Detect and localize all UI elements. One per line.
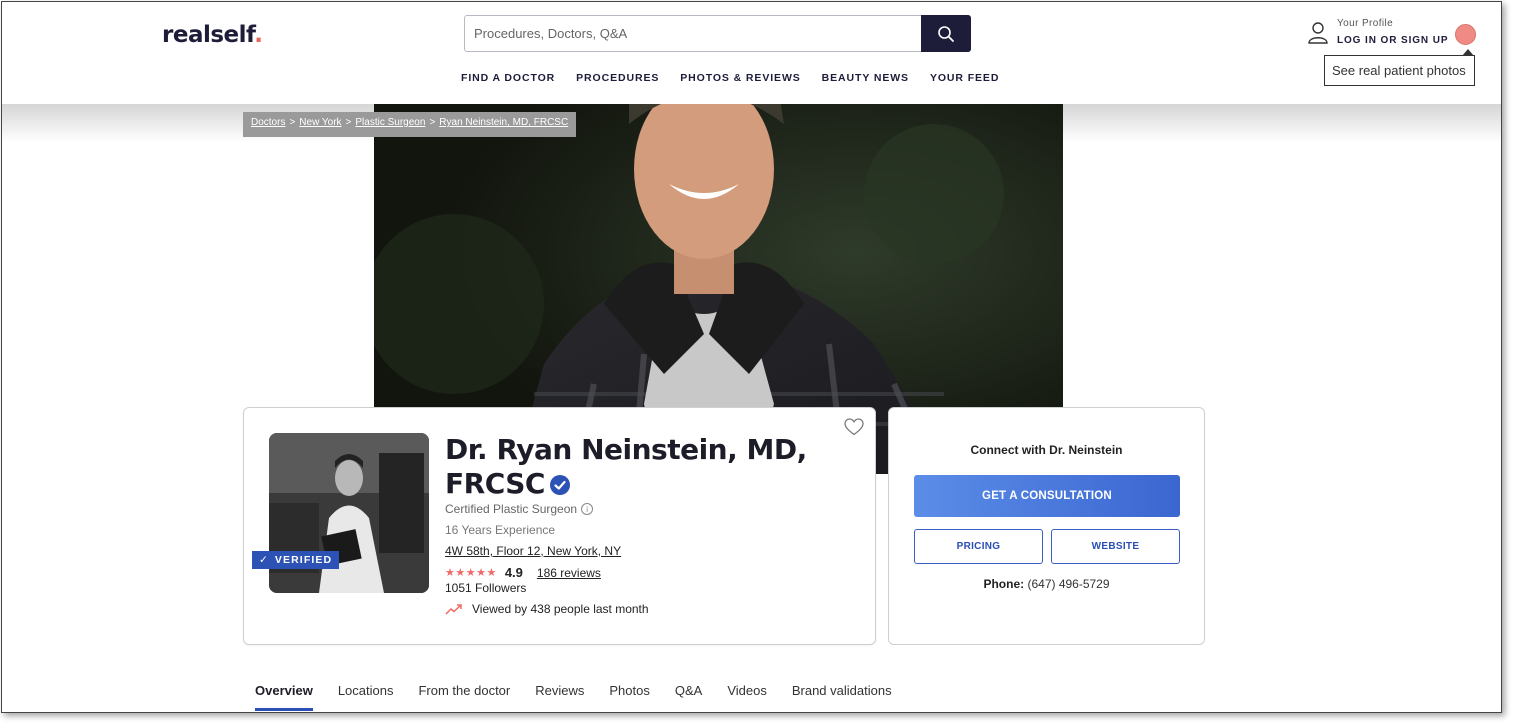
specialty: Certified Plastic Surgeon i: [445, 502, 594, 516]
verified-badge: ✓ VERIFIED: [252, 551, 340, 569]
nav-beauty-news[interactable]: BEAUTY NEWS: [822, 72, 909, 84]
search-button[interactable]: [921, 15, 971, 52]
tab-videos[interactable]: Videos: [727, 683, 767, 711]
reviews-link[interactable]: 186 reviews: [537, 566, 601, 580]
breadcrumb-doctor[interactable]: Ryan Neinstein, MD, FRCSC: [439, 117, 568, 128]
search-bar: [464, 15, 971, 52]
contact-card: Connect with Dr. Neinstein GET A CONSULT…: [888, 407, 1205, 645]
realself-logo[interactable]: realself.: [162, 22, 263, 48]
pricing-button[interactable]: PRICING: [914, 529, 1043, 564]
experience: 16 Years Experience: [445, 523, 556, 537]
breadcrumb-new-york[interactable]: New York: [299, 117, 341, 128]
profile-caption: Your Profile: [1337, 18, 1394, 29]
phone-number[interactable]: (647) 496-5729: [1027, 577, 1109, 591]
views-stat: Viewed by 438 people last month: [445, 602, 649, 616]
nav-procedures[interactable]: PROCEDURES: [576, 72, 659, 84]
rating-row: ★★★★★ 4.9 186 reviews: [445, 565, 601, 580]
nav-your-feed[interactable]: YOUR FEED: [930, 72, 999, 84]
rating-value: 4.9: [504, 565, 523, 580]
tab-from-the-doctor[interactable]: From the doctor: [418, 683, 510, 711]
profile-login[interactable]: Your Profile LOG IN OR SIGN UP: [1307, 18, 1477, 50]
breadcrumb-plastic-surgeon[interactable]: Plastic Surgeon: [355, 117, 425, 128]
followers-count: 1051 Followers: [445, 581, 527, 595]
browser-frame: realself. FIND A DOCTOR PROCEDURES PHOTO…: [1, 1, 1502, 713]
doctor-name: Dr. Ryan Neinstein, MD, FRCSC: [445, 433, 807, 500]
patient-photos-tooltip[interactable]: See real patient photos: [1324, 49, 1475, 86]
heart-icon[interactable]: [844, 418, 864, 436]
site-header: realself. FIND A DOCTOR PROCEDURES PHOTO…: [2, 2, 1501, 104]
check-icon: ✓: [259, 554, 269, 566]
nav-find-a-doctor[interactable]: FIND A DOCTOR: [461, 72, 555, 84]
doctor-photo[interactable]: [269, 433, 429, 593]
main-nav: FIND A DOCTOR PROCEDURES PHOTOS & REVIEW…: [461, 72, 999, 84]
user-icon: [1308, 22, 1328, 44]
tab-locations[interactable]: Locations: [338, 683, 394, 711]
tab-qa[interactable]: Q&A: [675, 683, 702, 711]
breadcrumb: Doctors > New York > Plastic Surgeon > Ryan Ne…: [243, 112, 577, 137]
verified-check-icon: [549, 475, 570, 495]
search-input[interactable]: [465, 16, 921, 51]
breadcrumb-separator: >: [289, 117, 296, 128]
profile-tabs: Overview Locations From the doctor Revie…: [255, 683, 917, 711]
breadcrumb-separator: >: [429, 117, 436, 128]
website-button[interactable]: WEBSITE: [1051, 529, 1180, 564]
breadcrumb-doctors[interactable]: Doctors: [251, 117, 285, 128]
tab-brand-validations[interactable]: Brand validations: [792, 683, 892, 711]
notification-avatar[interactable]: [1455, 24, 1476, 45]
doctor-photo-image: [269, 433, 429, 593]
tab-reviews[interactable]: Reviews: [535, 683, 584, 711]
get-consultation-button[interactable]: GET A CONSULTATION: [914, 475, 1180, 517]
tab-photos[interactable]: Photos: [609, 683, 649, 711]
trending-icon: [445, 604, 462, 615]
search-icon: [938, 25, 954, 42]
verified-label: VERIFIED: [274, 554, 333, 566]
star-rating-icon: ★★★★★: [445, 567, 497, 579]
phone: Phone: (647) 496-5729: [889, 577, 1204, 591]
tab-overview[interactable]: Overview: [255, 683, 313, 711]
contact-title: Connect with Dr. Neinstein: [970, 443, 1123, 457]
phone-label: Phone:: [983, 577, 1025, 591]
address-link[interactable]: 4W 58th, Floor 12, New York, NY: [445, 544, 621, 558]
info-icon[interactable]: i: [581, 503, 594, 515]
doctor-profile-card: ✓ VERIFIED Dr. Ryan Neinstein, MD, FRCSC…: [243, 407, 876, 645]
breadcrumb-separator: >: [345, 117, 352, 128]
nav-photos-reviews[interactable]: PHOTOS & REVIEWS: [680, 72, 800, 84]
login-signup-link[interactable]: LOG IN OR SIGN UP: [1337, 35, 1448, 46]
